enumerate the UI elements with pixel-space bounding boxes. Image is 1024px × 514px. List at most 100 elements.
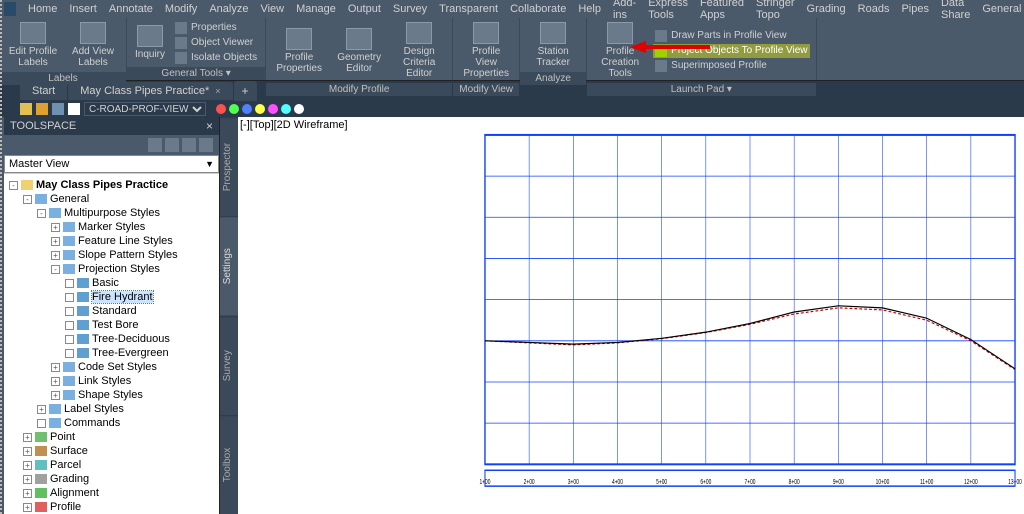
lock-icon[interactable] [52, 103, 64, 115]
panel-modify-profile: Profile Properties Geometry Editor Desig… [266, 18, 453, 80]
isolate-objects-button[interactable]: Isolate Objects [173, 51, 259, 65]
menu-item[interactable]: Annotate [103, 1, 159, 17]
geometry-editor-button[interactable]: Geometry Editor [332, 26, 386, 76]
object-viewer-button[interactable]: Object Viewer [173, 36, 259, 50]
add-view-labels-button[interactable]: Add View Labels [66, 20, 120, 70]
layer-select[interactable]: C-ROAD-PROF-VIEW [84, 102, 206, 116]
tree-node[interactable]: Tree-Deciduous [6, 332, 217, 346]
tree-node[interactable]: Fire Hydrant [6, 290, 217, 304]
menu-item[interactable]: Home [22, 1, 63, 17]
swatch-red[interactable] [216, 104, 226, 114]
square-icon[interactable] [68, 103, 80, 115]
tree-node[interactable]: +Parcel [6, 458, 217, 472]
menu-item[interactable]: General [976, 1, 1024, 17]
tree-node[interactable]: +Point [6, 430, 217, 444]
swatch-yellow[interactable] [255, 104, 265, 114]
master-view-select[interactable]: Master View▼ [4, 155, 219, 173]
drawing-viewport[interactable]: [-][Top][2D Wireframe] 1+002+003+004+005… [238, 117, 1024, 514]
tree-node[interactable]: +Code Set Styles [6, 360, 217, 374]
menu-item[interactable]: Transparent [433, 1, 504, 17]
pv-props-icon [473, 22, 499, 44]
tool-icon[interactable] [182, 138, 196, 152]
profile-properties-button[interactable]: Profile Properties [272, 26, 326, 76]
tool-icon[interactable] [148, 138, 162, 152]
close-icon[interactable]: × [215, 86, 220, 96]
swatch-white[interactable] [294, 104, 304, 114]
tree-node[interactable]: +Link Styles [6, 374, 217, 388]
viewport-label[interactable]: [-][Top][2D Wireframe] [240, 119, 348, 131]
menu-item[interactable]: Analyze [203, 1, 254, 17]
station-tracker-button[interactable]: Station Tracker [526, 20, 580, 70]
tree-node[interactable]: -Projection Styles [6, 262, 217, 276]
tree-node[interactable]: Test Bore [6, 318, 217, 332]
panel-analyze: Station Tracker Analyze [520, 18, 587, 80]
project-objects-button[interactable]: Project Objects To Profile View [653, 44, 809, 58]
tree-node[interactable]: Commands [6, 416, 217, 430]
profile-view-properties-button[interactable]: Profile View Properties [459, 20, 513, 81]
tree-node[interactable]: Basic [6, 276, 217, 290]
draw-parts-button[interactable]: Draw Parts in Profile View [653, 29, 809, 43]
tab-add-button[interactable]: + [234, 81, 257, 101]
toolspace-tabstrip: ProspectorSettingsSurveyToolbox [220, 117, 238, 514]
tree-node[interactable]: +Grading [6, 472, 217, 486]
swatch-cyan[interactable] [281, 104, 291, 114]
tree-node[interactable]: +Feature Line Styles [6, 234, 217, 248]
panel-title-launch-pad[interactable]: Launch Pad ▾ [587, 83, 815, 96]
edit-profile-labels-button[interactable]: Edit Profile Labels [6, 20, 60, 70]
tab-file[interactable]: May Class Pipes Practice*× [68, 82, 232, 100]
tree-node[interactable]: +Slope Pattern Styles [6, 248, 217, 262]
superimposed-profile-button[interactable]: Superimposed Profile [653, 59, 809, 73]
swatch-magenta[interactable] [268, 104, 278, 114]
menu-item[interactable]: Modify [159, 1, 203, 17]
toolspace-tab[interactable]: Settings [220, 216, 238, 315]
menu-item[interactable]: Insert [63, 1, 103, 17]
tree-node[interactable]: +Profile [6, 500, 217, 514]
close-icon[interactable]: × [206, 119, 213, 133]
layer-icon[interactable] [20, 103, 32, 115]
menu-item[interactable]: Data Share [935, 0, 976, 23]
swatch-green[interactable] [229, 104, 239, 114]
sun-icon[interactable] [36, 103, 48, 115]
properties-icon [175, 22, 187, 34]
menu-bar: HomeInsertAnnotateModifyAnalyzeViewManag… [0, 0, 1024, 18]
menu-item[interactable]: Pipes [895, 1, 935, 17]
design-criteria-editor-button[interactable]: Design Criteria Editor [392, 20, 446, 81]
inquiry-button[interactable]: Inquiry [133, 23, 167, 62]
labels-icon [80, 22, 106, 44]
tree-node[interactable]: -General [6, 192, 217, 206]
tree-node[interactable]: -Multipurpose Styles [6, 206, 217, 220]
swatch-blue[interactable] [242, 104, 252, 114]
tree-node[interactable]: +Alignment [6, 486, 217, 500]
tab-start[interactable]: Start [20, 82, 67, 100]
tool-icon[interactable] [199, 138, 213, 152]
panel-title-modify-view: Modify View [453, 83, 519, 96]
tree-node[interactable]: +Marker Styles [6, 220, 217, 234]
menu-item[interactable]: Help [572, 1, 607, 17]
toolspace-tab[interactable]: Survey [220, 316, 238, 415]
menu-item[interactable]: Output [342, 1, 387, 17]
criteria-icon [406, 22, 432, 44]
dock-handle[interactable] [0, 0, 4, 514]
tool-icon[interactable] [165, 138, 179, 152]
tree-node[interactable]: Standard [6, 304, 217, 318]
menu-item[interactable]: Survey [387, 1, 433, 17]
toolspace-tab[interactable]: Toolbox [220, 415, 238, 514]
menu-item[interactable]: Grading [801, 1, 852, 17]
properties-button[interactable]: Properties [173, 21, 259, 35]
settings-tree[interactable]: -May Class Pipes Practice-General-Multip… [4, 173, 219, 514]
object-viewer-icon [175, 37, 187, 49]
tree-node[interactable]: +Label Styles [6, 402, 217, 416]
menu-item[interactable]: View [254, 1, 290, 17]
menu-item[interactable]: Manage [290, 1, 342, 17]
tree-node[interactable]: +Shape Styles [6, 388, 217, 402]
profile-creation-tools-button[interactable]: Profile Creation Tools [593, 20, 647, 81]
tree-node[interactable]: -May Class Pipes Practice [6, 178, 217, 192]
panel-title-general[interactable]: General Tools ▾ [127, 67, 265, 80]
tree-node[interactable]: Tree-Evergreen [6, 346, 217, 360]
menu-item[interactable]: Roads [852, 1, 896, 17]
menu-item[interactable]: Collaborate [504, 1, 572, 17]
panel-modify-view: Profile View Properties Modify View [453, 18, 520, 80]
tree-node[interactable]: +Surface [6, 444, 217, 458]
toolspace-tab[interactable]: Prospector [220, 117, 238, 216]
toolspace-header: TOOLSPACE × [4, 117, 219, 135]
